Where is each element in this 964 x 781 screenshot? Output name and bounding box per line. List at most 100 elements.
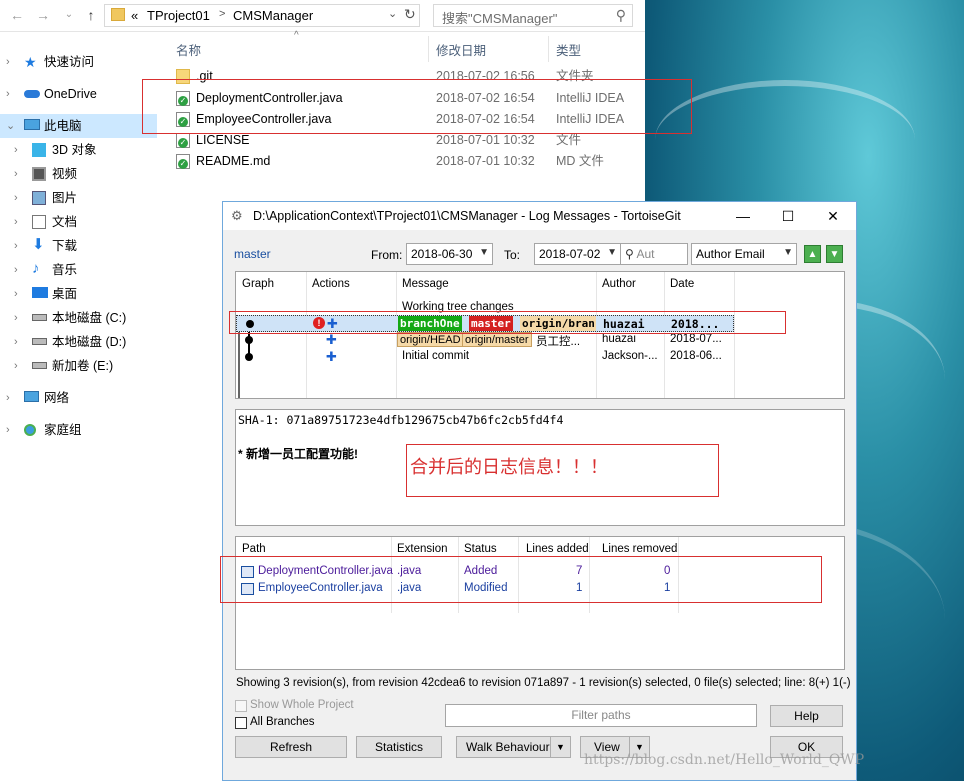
arrow-down-icon[interactable]: ▼ — [826, 245, 843, 263]
nav-item-drive-d[interactable]: › 本地磁盘 (D:) — [0, 330, 157, 354]
log-search-input[interactable]: ⚲ Aut — [620, 243, 688, 265]
filter-field-select[interactable]: Author Email ▼ — [691, 243, 797, 265]
log-header-date[interactable]: Date — [670, 278, 694, 290]
tortoise-icon: ⚙ — [231, 208, 243, 223]
nav-label: 视频 — [52, 167, 78, 181]
to-date-value: 2018-07-02 — [539, 247, 601, 261]
chevron-right-icon[interactable]: › — [14, 258, 18, 282]
title-bar: ⚙ D:\ApplicationContext\TProject01\CMSMa… — [223, 202, 856, 230]
chevron-down-icon: ▼ — [783, 247, 793, 258]
statistics-button[interactable]: Statistics — [356, 736, 442, 758]
nav-item-3d-objects[interactable]: › 3D 对象 — [0, 138, 157, 162]
chevron-down-icon[interactable]: ▼ — [550, 737, 570, 757]
checkbox-label: All Branches — [250, 716, 315, 728]
nav-label: 桌面 — [52, 287, 78, 301]
nav-label: 网络 — [44, 391, 70, 405]
chevron-right-icon[interactable]: › — [14, 306, 18, 330]
nav-item-quick-access[interactable]: › ★ 快速访问 — [0, 50, 157, 74]
search-input[interactable]: 搜索"CMSManager" ⚲ — [433, 4, 633, 27]
window-title: D:\ApplicationContext\TProject01\CMSMana… — [253, 209, 681, 223]
search-icon[interactable]: ⚲ — [616, 7, 626, 24]
chevron-right-icon[interactable]: › — [14, 138, 18, 162]
nav-item-homegroup[interactable]: › 家庭组 — [0, 418, 157, 442]
log-header-actions[interactable]: Actions — [312, 278, 350, 290]
nav-item-documents[interactable]: › 文档 — [0, 210, 157, 234]
up-arrow-icon[interactable]: ↑ — [82, 6, 100, 24]
chevron-down-icon[interactable]: ⌄ — [388, 7, 397, 20]
log-header-graph[interactable]: Graph — [242, 278, 274, 290]
commit-message-panel[interactable]: SHA-1: 071a89751723e4dfb129675cb47b6fc2c… — [235, 409, 845, 526]
nav-item-this-pc[interactable]: ⌄ 此电脑 — [0, 114, 157, 138]
nav-item-drive-e[interactable]: › 新加卷 (E:) — [0, 354, 157, 378]
walk-behaviour-button[interactable]: Walk Behaviour ▼ — [456, 736, 571, 758]
from-date-picker[interactable]: 2018-06-30 ▼ — [406, 243, 493, 265]
nav-item-onedrive[interactable]: › OneDrive — [0, 82, 157, 106]
back-arrow-icon[interactable]: ← — [8, 6, 26, 24]
chevron-right-icon[interactable]: › — [14, 354, 18, 378]
nav-label: 文档 — [52, 215, 78, 229]
drive-icon — [32, 362, 47, 369]
nav-item-drive-c[interactable]: › 本地磁盘 (C:) — [0, 306, 157, 330]
chevron-down-icon[interactable]: ⌄ — [6, 114, 15, 138]
log-row[interactable]: ✚ origin/HEAD origin/master 员工控... huaza… — [236, 332, 844, 349]
nav-item-downloads[interactable]: › ⬇ 下载 — [0, 234, 157, 258]
file-header-extension[interactable]: Extension — [397, 543, 448, 555]
chevron-right-icon[interactable]: › — [6, 82, 10, 106]
forward-arrow-icon[interactable]: → — [34, 6, 52, 24]
file-header-status[interactable]: Status — [464, 543, 497, 555]
column-divider[interactable] — [548, 36, 549, 62]
nav-label: 3D 对象 — [52, 143, 97, 157]
help-button[interactable]: Help — [770, 705, 843, 727]
file-header-lines-removed[interactable]: Lines removed — [602, 543, 677, 555]
git-check-icon: ✓ — [176, 154, 190, 169]
file-header-lines-added[interactable]: Lines added — [526, 543, 589, 555]
nav-item-videos[interactable]: › 视频 — [0, 162, 157, 186]
nav-item-desktop[interactable]: › 桌面 — [0, 282, 157, 306]
nav-item-network[interactable]: › 网络 — [0, 386, 157, 410]
chevron-right-icon[interactable]: › — [6, 386, 10, 410]
nav-item-pictures[interactable]: › 图片 — [0, 186, 157, 210]
chevron-right-icon[interactable]: › — [6, 50, 10, 74]
minimize-icon[interactable]: — — [733, 206, 753, 226]
file-header-path[interactable]: Path — [242, 543, 266, 555]
address-separator: > — [219, 8, 226, 20]
file-row[interactable]: ✓ README.md 2018-07-01 10:32 MD 文件 — [160, 151, 645, 172]
drive-icon — [32, 338, 47, 345]
close-icon[interactable]: ✕ — [823, 206, 843, 226]
refresh-button[interactable]: Refresh — [235, 736, 347, 758]
column-divider[interactable] — [428, 36, 429, 62]
file-date: 2018-07-01 10:32 — [436, 154, 535, 168]
column-header-date[interactable]: 修改日期 — [436, 40, 486, 59]
filter-paths-input[interactable]: Filter paths — [445, 704, 757, 727]
to-date-picker[interactable]: 2018-07-02 ▼ — [534, 243, 621, 265]
chevron-right-icon[interactable]: › — [14, 210, 18, 234]
log-message: Initial commit — [402, 350, 470, 362]
chevron-right-icon[interactable]: › — [14, 186, 18, 210]
git-check-icon: ✓ — [176, 133, 190, 148]
log-date: 2018-07... — [670, 333, 722, 345]
recent-dropdown-icon[interactable]: ⌄ — [60, 6, 78, 24]
refresh-icon[interactable]: ↻ — [404, 6, 416, 23]
arrow-up-icon[interactable]: ▲ — [804, 245, 821, 263]
folder-icon — [111, 8, 125, 21]
log-header-author[interactable]: Author — [602, 278, 636, 290]
chevron-right-icon[interactable]: › — [14, 162, 18, 186]
address-part[interactable]: TProject01 — [147, 8, 210, 23]
chevron-right-icon[interactable]: › — [14, 330, 18, 354]
nav-item-music[interactable]: › ♪ 音乐 — [0, 258, 157, 282]
address-bar[interactable]: « TProject01 > CMSManager ⌄ ↻ — [104, 4, 420, 27]
log-header-message[interactable]: Message — [402, 278, 449, 290]
maximize-icon[interactable]: ☐ — [778, 206, 798, 226]
chevron-right-icon[interactable]: › — [14, 234, 18, 258]
highlight-box — [142, 79, 692, 134]
column-header-name[interactable]: 名称 — [176, 40, 201, 59]
log-row[interactable]: ✚ Initial commit Jackson-... 2018-06... — [236, 349, 844, 366]
chevron-right-icon[interactable]: › — [6, 418, 10, 442]
nav-label: 图片 — [52, 191, 78, 205]
chevron-right-icon[interactable]: › — [14, 282, 18, 306]
commit-node — [245, 336, 253, 344]
column-header-type[interactable]: 类型 — [556, 40, 581, 59]
address-part[interactable]: CMSManager — [233, 8, 313, 23]
log-date: 2018-06... — [670, 350, 722, 362]
branch-link[interactable]: master — [234, 247, 271, 261]
